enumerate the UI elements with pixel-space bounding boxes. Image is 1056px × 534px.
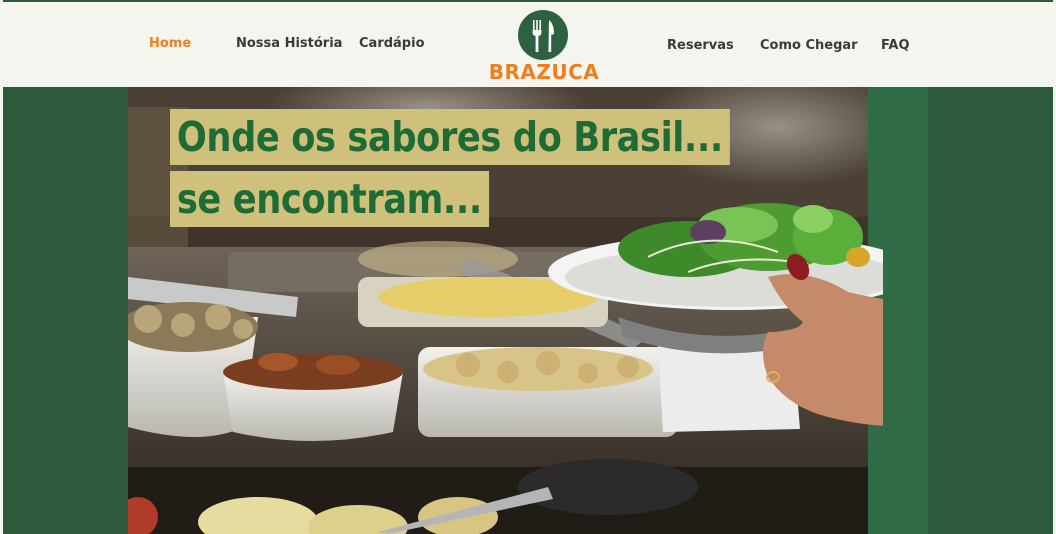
- hero-headline-line-1: Onde os sabores do Brasil...: [170, 109, 730, 165]
- nav-cardapio[interactable]: Cardápio: [359, 36, 425, 51]
- nav-nossa-historia[interactable]: Nossa História: [236, 36, 342, 51]
- hero-video[interactable]: Onde os sabores do Brasil... se encontra…: [128, 87, 928, 534]
- nav-reservas[interactable]: Reservas: [667, 38, 734, 53]
- logo-badge: [518, 10, 568, 60]
- side-panel-right: [928, 87, 1053, 534]
- hero-headline-line-2: se encontram...: [170, 171, 489, 227]
- nav-home[interactable]: Home: [149, 36, 191, 51]
- side-panel-left: [3, 87, 128, 534]
- page: Home Nossa História Cardápio BRAZUCA Res…: [0, 0, 1056, 534]
- fork-knife-icon: [532, 20, 554, 52]
- brand-logo[interactable]: BRAZUCA: [488, 8, 600, 84]
- site-header: Home Nossa História Cardápio BRAZUCA Res…: [0, 0, 1056, 87]
- nav-faq[interactable]: FAQ: [881, 38, 910, 53]
- logo-wordmark: BRAZUCA: [488, 60, 600, 84]
- nav-como-chegar[interactable]: Como Chegar: [760, 38, 858, 53]
